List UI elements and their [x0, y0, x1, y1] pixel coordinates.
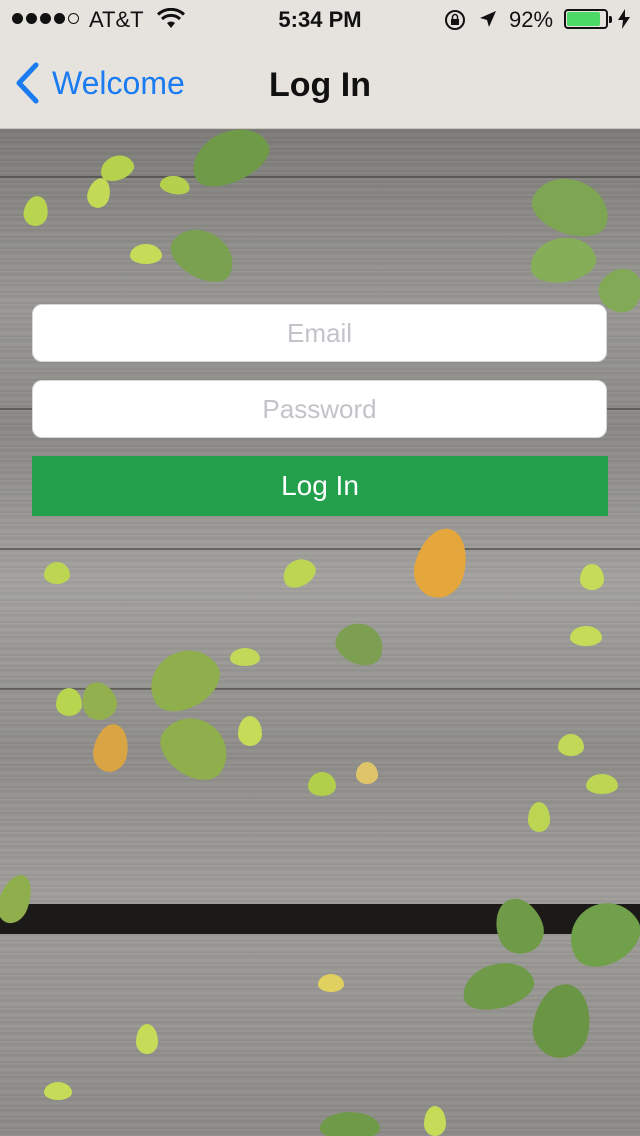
leaf [230, 648, 260, 666]
password-field[interactable] [32, 380, 607, 438]
leaf [277, 553, 321, 593]
leaf [528, 802, 550, 832]
battery-level [567, 12, 600, 26]
leaf [318, 974, 344, 992]
leaf [44, 562, 70, 584]
leaf [44, 1082, 72, 1100]
email-field[interactable] [32, 304, 607, 362]
battery-percent: 92% [509, 7, 554, 32]
leaf [558, 734, 584, 756]
rotation-lock-icon [445, 10, 465, 30]
leaf [56, 688, 82, 716]
charging-bolt-icon [618, 9, 630, 29]
leaf [21, 194, 51, 228]
leaf [570, 626, 602, 646]
leaf [136, 1024, 158, 1054]
leaf [162, 218, 244, 292]
leaf [308, 772, 336, 796]
navigation-header: AT&T 5:34 PM 92% Welcome Log In [0, 0, 640, 129]
location-arrow-icon [480, 11, 496, 27]
leaf [487, 891, 551, 961]
login-button[interactable]: Log In [32, 456, 608, 516]
nav-bar: Welcome Log In [0, 40, 640, 128]
leaf [329, 615, 391, 673]
leaf [525, 168, 617, 246]
plank-seam [0, 548, 640, 550]
status-bar: AT&T 5:34 PM 92% [0, 0, 640, 40]
leaf [526, 232, 600, 288]
leaf [138, 637, 230, 723]
leaf [90, 721, 132, 775]
leaf [457, 955, 539, 1017]
leaf [580, 564, 604, 590]
page-title: Log In [269, 66, 371, 104]
leaf [528, 979, 596, 1063]
leaf [320, 1112, 380, 1136]
leaf [424, 1106, 446, 1136]
leaf [150, 704, 240, 792]
leaf [183, 128, 277, 197]
plank-seam [0, 176, 640, 178]
leaf [356, 762, 378, 784]
background-image [0, 128, 640, 1136]
leaf [130, 244, 162, 264]
battery-icon [564, 9, 612, 29]
leaf [407, 522, 475, 604]
leaf [76, 677, 122, 725]
leaf [238, 716, 262, 746]
leaf [586, 774, 618, 794]
